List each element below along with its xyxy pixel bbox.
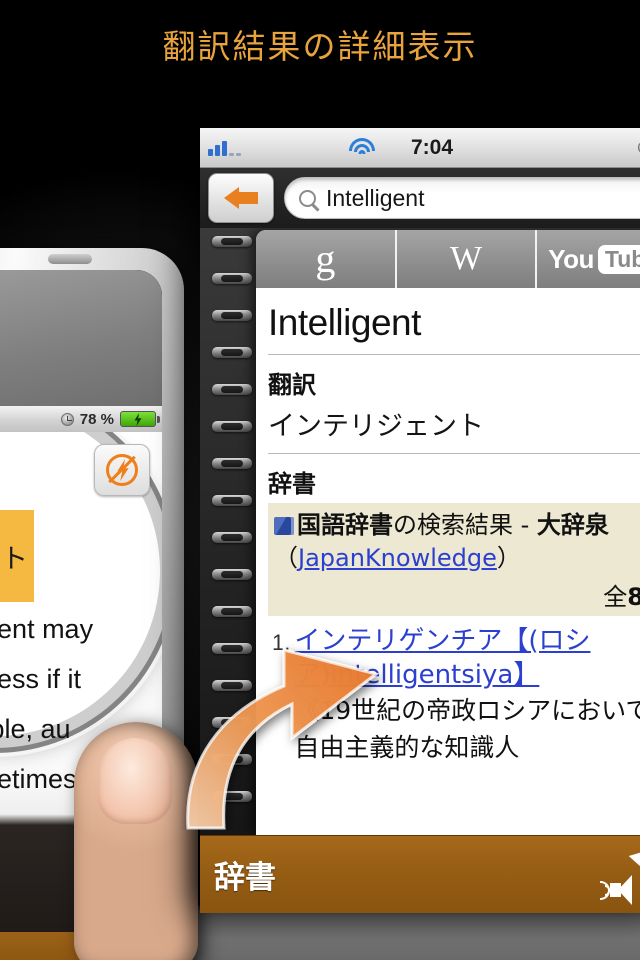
- dict-source-mid: の検索結果 -: [393, 511, 537, 539]
- entry-number: 1.: [272, 630, 291, 655]
- translation-chip: ント: [0, 510, 34, 602]
- battery-charging-icon: [120, 411, 160, 427]
- bottom-toolbar: 辞書: [200, 835, 640, 913]
- left-camera-viewport: [0, 270, 162, 406]
- right-phone: 7:04 8 Intelligent g: [200, 128, 640, 913]
- dict-source-name: 大辞泉: [536, 511, 609, 539]
- battery-percent-label: 78 %: [79, 410, 114, 428]
- youtube-tube-label: Tube: [597, 244, 640, 274]
- entry-link[interactable]: インテリゲンチア【(ロシア)intelligentsiya】: [294, 626, 590, 690]
- tab-wikipedia[interactable]: W: [396, 230, 538, 288]
- spiral-binding: [212, 236, 256, 823]
- back-button[interactable]: [208, 173, 274, 223]
- fingernail: [98, 738, 172, 824]
- signal-bars-icon: [208, 140, 241, 156]
- google-icon: g: [315, 236, 336, 281]
- search-value: Intelligent: [326, 184, 425, 211]
- status-time: 7:04: [411, 135, 454, 159]
- finger-pointer: [74, 722, 198, 960]
- dict-source-prefix: 国語辞書: [297, 511, 393, 539]
- headword: Intelligent: [268, 302, 421, 343]
- search-bar: Intelligent: [200, 168, 640, 228]
- page-title: 翻訳結果の詳細表示: [162, 27, 478, 66]
- tab-youtube[interactable]: You Tube: [537, 230, 640, 288]
- content-stage: g W You Tube Intelligent 翻訳 インテリジェント: [200, 228, 640, 835]
- entry-body: インテリゲンチア【(ロシア)intelligentsiya】 《19世紀の帝政ロ…: [294, 624, 640, 766]
- youtube-you-label: You: [548, 243, 594, 274]
- count-prefix: 全: [603, 583, 628, 611]
- dictionary-source-line: 国語辞書の検索結果 - 大辞泉 （JapanKnowledge）: [274, 509, 640, 575]
- phone-camera: [48, 254, 92, 264]
- tab-google[interactable]: g: [256, 230, 397, 288]
- service-tabs: g W You Tube: [256, 230, 640, 288]
- search-input[interactable]: Intelligent: [284, 177, 640, 219]
- result-content: Intelligent 翻訳 インテリジェント 辞書 国語辞書の検索結果 - 大…: [256, 288, 640, 766]
- wikipedia-icon: W: [449, 240, 483, 277]
- dictionary-entry: 1. インテリゲンチア【(ロシア)intelligentsiya】 《19世紀の…: [268, 616, 640, 766]
- wifi-icon: [349, 138, 375, 157]
- left-status-bar: 78 %: [0, 406, 162, 432]
- search-icon: [299, 189, 316, 207]
- book-icon: [274, 517, 294, 535]
- paren-close: ）: [496, 544, 521, 572]
- translation-value: インテリジェント: [268, 411, 484, 442]
- translation-label: 翻訳: [268, 371, 316, 399]
- dictionary-source-box: 国語辞書の検索結果 - 大辞泉 （JapanKnowledge） 全8件: [268, 503, 640, 616]
- entry-description: 《19世紀の帝政ロシアにおいて、自由主義的な知識人: [294, 696, 640, 762]
- status-bar: 7:04 8: [200, 128, 640, 168]
- result-page: g W You Tube Intelligent 翻訳 インテリジェント: [256, 230, 640, 835]
- paren-open: （: [274, 544, 298, 572]
- result-count: 全8件: [274, 575, 640, 612]
- divider: [268, 453, 640, 454]
- flash-toggle-button[interactable]: [94, 444, 150, 496]
- flash-off-icon: [106, 454, 138, 486]
- count-number: 8: [627, 583, 640, 611]
- youtube-icon: You Tube: [548, 244, 640, 275]
- japanknowledge-link[interactable]: JapanKnowledge: [298, 544, 497, 572]
- dictionary-label: 辞書: [268, 470, 316, 498]
- divider: [268, 354, 640, 355]
- back-arrow-icon: [224, 187, 258, 209]
- clock-icon: [60, 412, 74, 426]
- toolbar-title: 辞書: [214, 860, 276, 896]
